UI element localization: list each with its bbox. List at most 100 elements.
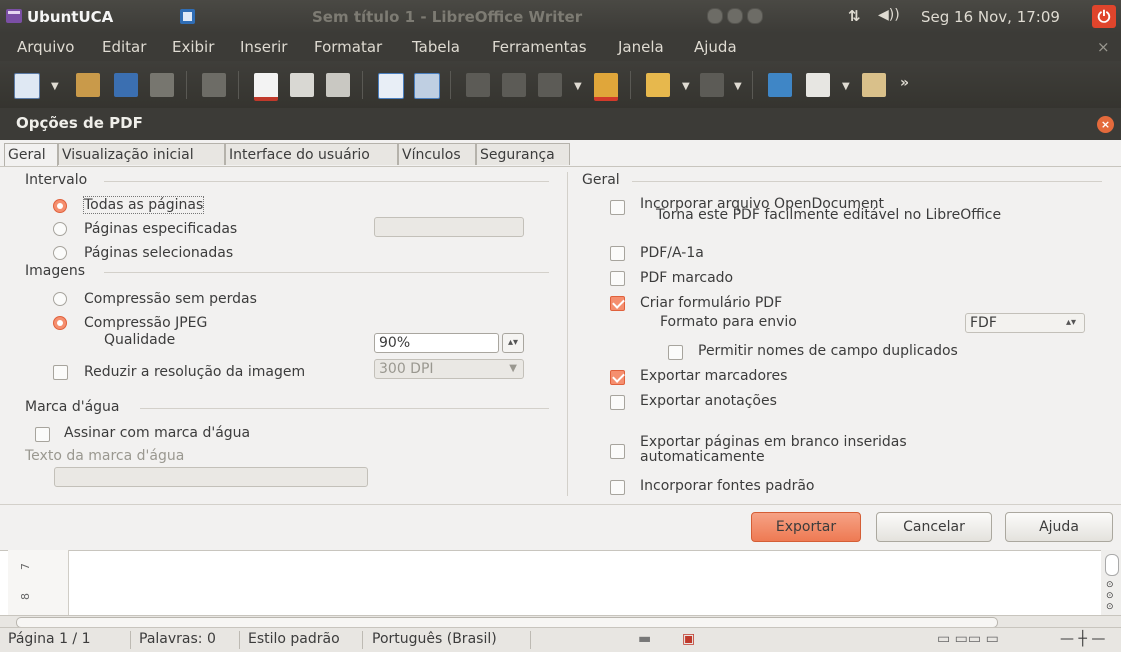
save-icon[interactable] <box>114 73 138 97</box>
edit-mode-icon[interactable] <box>202 73 226 97</box>
dpi-select[interactable]: 300 DPI ▼ <box>374 359 524 379</box>
tab-vinculos[interactable]: Vínculos <box>398 143 476 165</box>
pdfa-label[interactable]: PDF/A-1a <box>640 245 704 261</box>
export-blank-pages-label[interactable]: Exportar páginas em branco inseridas aut… <box>640 435 980 465</box>
quality-input[interactable]: 90% <box>374 333 499 353</box>
prev-page-icon[interactable]: ⊙ <box>1106 580 1114 590</box>
cut-icon[interactable] <box>466 73 490 97</box>
export-button[interactable]: Exportar <box>751 512 861 542</box>
document-area[interactable] <box>0 550 1121 619</box>
selected-pages-label[interactable]: Páginas selecionadas <box>84 245 233 261</box>
volume-icon[interactable]: ◀)) <box>878 7 900 23</box>
autospellcheck-icon[interactable] <box>414 73 440 99</box>
new-document-icon[interactable] <box>14 73 40 99</box>
help-button[interactable]: Ajuda <box>1005 512 1113 542</box>
email-icon[interactable] <box>150 73 174 97</box>
embed-odf-checkbox[interactable] <box>610 200 625 215</box>
menu-janela[interactable]: Janela <box>618 38 664 56</box>
tab-visualizacao-inicial[interactable]: Visualização inicial <box>58 143 225 165</box>
table-icon[interactable] <box>806 73 830 97</box>
undo-icon[interactable] <box>646 73 670 97</box>
export-comments-checkbox[interactable] <box>610 395 625 410</box>
pdfa-checkbox[interactable] <box>610 246 625 261</box>
navigator-icon[interactable]: ⊙ <box>1106 591 1114 601</box>
tagged-pdf-label[interactable]: PDF marcado <box>640 270 733 286</box>
power-icon[interactable]: ⏻ <box>1092 5 1116 28</box>
dialog-close-icon[interactable]: × <box>1097 116 1114 133</box>
tagged-pdf-checkbox[interactable] <box>610 271 625 286</box>
watermark-checkbox[interactable] <box>35 427 50 442</box>
tab-interface-usuario[interactable]: Interface do usuário <box>225 143 398 165</box>
menu-ferramentas[interactable]: Ferramentas <box>492 38 587 56</box>
quality-spinner[interactable]: ▴▾ <box>502 333 524 353</box>
undo-dropdown-icon[interactable]: ▼ <box>682 81 690 92</box>
page-style[interactable]: Estilo padrão <box>248 631 340 647</box>
print-preview-icon[interactable] <box>326 73 350 97</box>
jpeg-label[interactable]: Compressão JPEG <box>84 315 207 331</box>
view-layout-icons[interactable]: ▭ ▭▭ ▭ <box>937 631 999 647</box>
next-page-icon[interactable]: ⊙ <box>1106 602 1114 612</box>
open-icon[interactable] <box>76 73 100 97</box>
ubuntu-menu-icon[interactable] <box>6 9 22 23</box>
allow-duplicate-fields-checkbox[interactable] <box>668 345 683 360</box>
vertical-scrollbar[interactable]: ⊙ ⊙ ⊙ <box>1101 550 1121 618</box>
brand-label[interactable]: UbuntUCA <box>27 8 113 26</box>
hyperlink-icon[interactable] <box>768 73 792 97</box>
menu-arquivo[interactable]: Arquivo <box>17 38 74 56</box>
radio-specified-pages[interactable] <box>53 222 67 236</box>
export-comments-label[interactable]: Exportar anotações <box>640 393 777 409</box>
language[interactable]: Português (Brasil) <box>372 631 497 647</box>
create-form-checkbox[interactable] <box>610 296 625 311</box>
paste-dropdown-icon[interactable]: ▼ <box>574 81 582 92</box>
network-icon[interactable]: ⇅ <box>848 7 861 25</box>
embed-fonts-label[interactable]: Incorporar fontes padrão <box>640 478 814 494</box>
zoom-slider[interactable]: — ┼ — <box>1060 631 1105 647</box>
clone-formatting-icon[interactable] <box>594 73 618 101</box>
menu-formatar[interactable]: Formatar <box>314 38 382 56</box>
specified-pages-input[interactable] <box>374 217 524 237</box>
menu-inserir[interactable]: Inserir <box>240 38 287 56</box>
radio-jpeg[interactable] <box>53 316 67 330</box>
menu-ajuda[interactable]: Ajuda <box>694 38 737 56</box>
cancel-button[interactable]: Cancelar <box>876 512 992 542</box>
reduce-resolution-label[interactable]: Reduzir a resolução da imagem <box>84 364 305 380</box>
insert-mode-icon[interactable]: ▬ <box>638 631 651 647</box>
redo-icon[interactable] <box>700 73 724 97</box>
allow-duplicate-fields-label[interactable]: Permitir nomes de campo duplicados <box>698 343 958 359</box>
specified-pages-label[interactable]: Páginas especificadas <box>84 221 237 237</box>
close-window-icon[interactable] <box>747 8 763 24</box>
show-draw-functions-icon[interactable] <box>862 73 886 97</box>
watermark-text-input[interactable] <box>54 467 368 487</box>
radio-all-pages[interactable] <box>53 199 67 213</box>
spellcheck-icon[interactable] <box>378 73 404 99</box>
radio-lossless[interactable] <box>53 292 67 306</box>
export-pdf-icon[interactable] <box>254 73 278 101</box>
menu-editar[interactable]: Editar <box>102 38 146 56</box>
paste-icon[interactable] <box>538 73 562 97</box>
print-icon[interactable] <box>290 73 314 97</box>
toolbar-overflow-icon[interactable]: » <box>900 75 909 91</box>
menu-tabela[interactable]: Tabela <box>412 38 460 56</box>
redo-dropdown-icon[interactable]: ▼ <box>734 81 742 92</box>
lossless-label[interactable]: Compressão sem perdas <box>84 291 257 307</box>
document-modified-icon[interactable]: ▣ <box>682 631 695 647</box>
watermark-label[interactable]: Assinar com marca d'água <box>64 425 250 441</box>
tab-seguranca[interactable]: Segurança <box>476 143 570 165</box>
export-bookmarks-label[interactable]: Exportar marcadores <box>640 368 787 384</box>
new-dropdown-icon[interactable]: ▼ <box>51 81 59 92</box>
table-dropdown-icon[interactable]: ▼ <box>842 81 850 92</box>
maximize-icon[interactable] <box>727 8 743 24</box>
page-indicator[interactable]: Página 1 / 1 <box>8 631 91 647</box>
all-pages-label[interactable]: Todas as páginas <box>82 196 205 214</box>
create-form-label[interactable]: Criar formulário PDF <box>640 295 782 311</box>
tab-geral[interactable]: Geral <box>4 143 58 167</box>
menu-exibir[interactable]: Exibir <box>172 38 214 56</box>
submit-format-select[interactable]: FDF ▴▾ <box>965 313 1085 333</box>
close-document-icon[interactable]: × <box>1097 38 1110 56</box>
clock[interactable]: Seg 16 Nov, 17:09 <box>921 8 1060 26</box>
copy-icon[interactable] <box>502 73 526 97</box>
reduce-resolution-checkbox[interactable] <box>53 365 68 380</box>
scroll-thumb[interactable] <box>1105 554 1119 576</box>
minimize-icon[interactable] <box>707 8 723 24</box>
export-bookmarks-checkbox[interactable] <box>610 370 625 385</box>
